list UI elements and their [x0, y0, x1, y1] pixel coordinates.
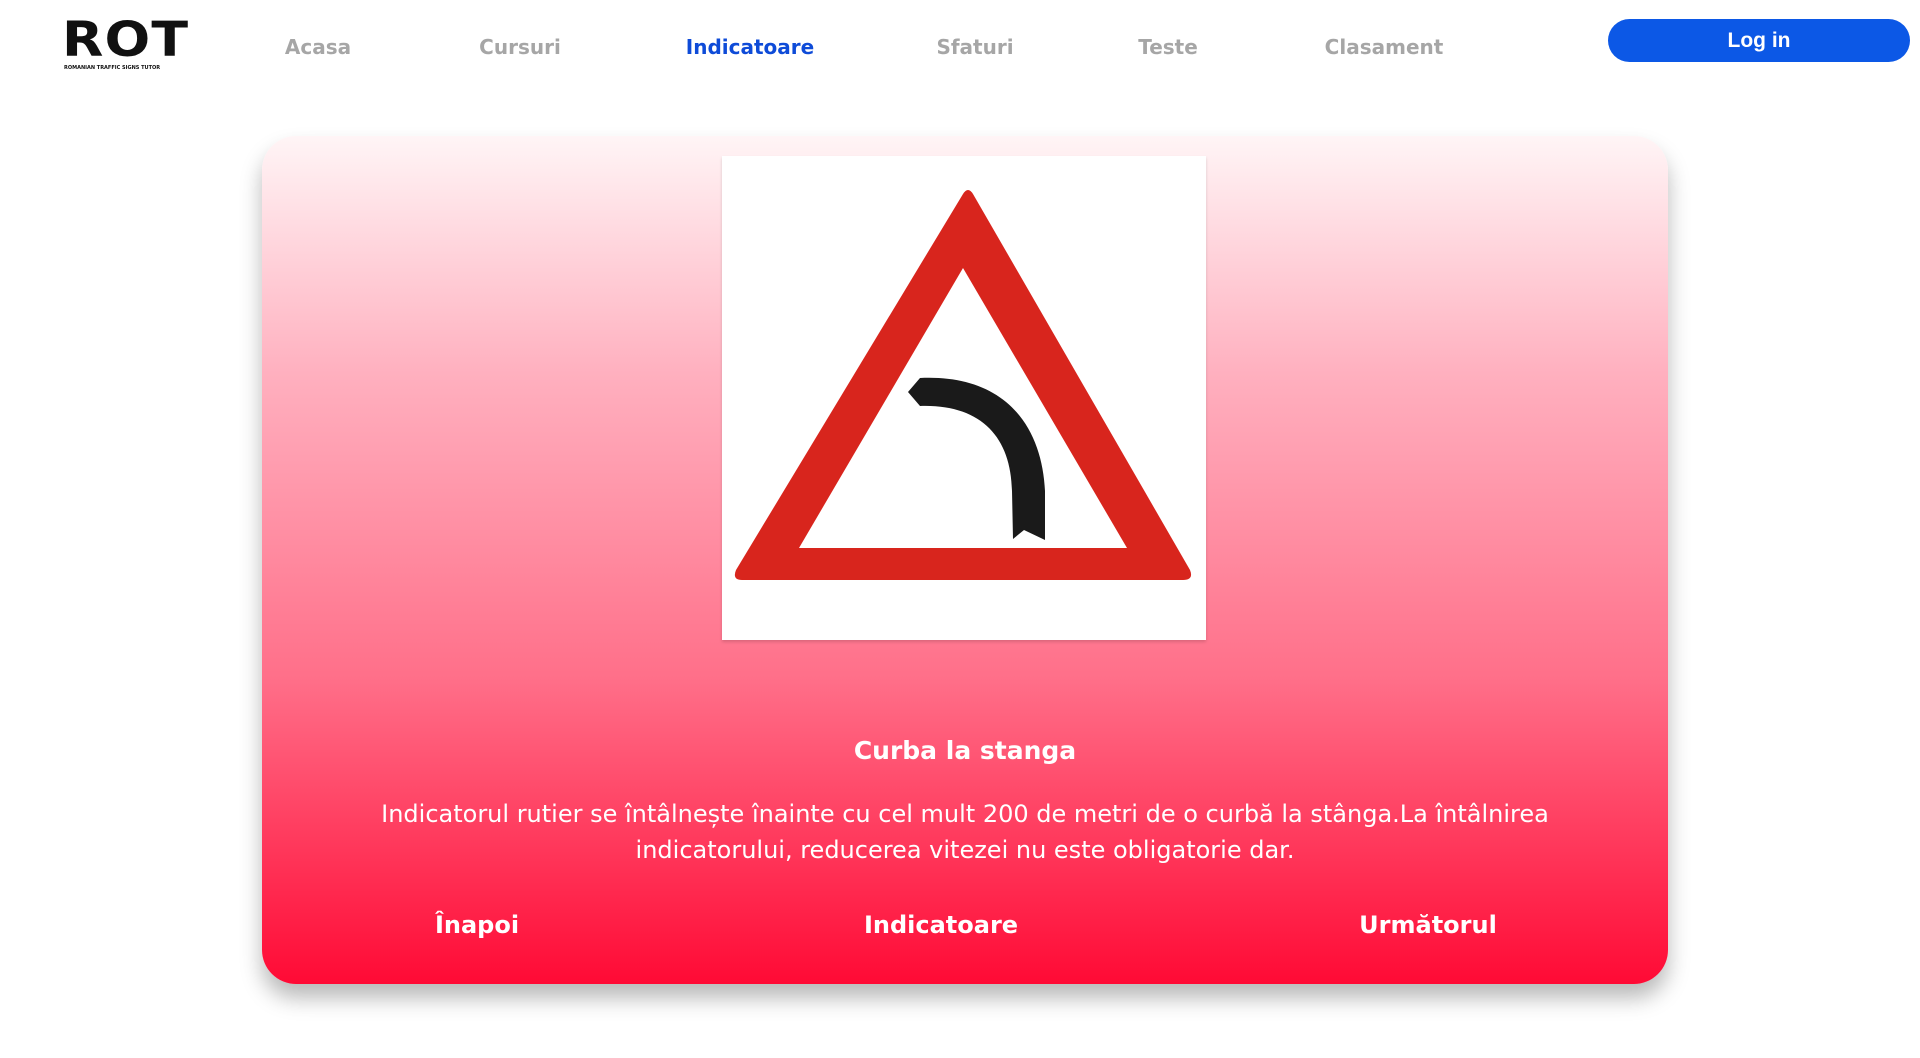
nav-item-clasament[interactable]: Clasament — [1325, 33, 1444, 61]
signs-list-link[interactable]: Indicatoare — [864, 909, 1018, 941]
logo-tagline: ROMANIAN TRAFFIC SIGNS TUTOR — [64, 65, 161, 71]
nav-item-cursuri[interactable]: Cursuri — [479, 33, 561, 61]
sign-title: Curba la stanga — [853, 736, 1077, 765]
logo-wordmark: ROT — [62, 12, 190, 68]
back-link[interactable]: Înapoi — [435, 909, 519, 941]
login-button[interactable]: Log in — [1608, 19, 1910, 62]
sign-detail-card: Curba la stanga Indicatorul rutier se în… — [262, 136, 1668, 984]
sign-image-frame — [722, 156, 1206, 640]
nav-item-teste[interactable]: Teste — [1138, 33, 1198, 61]
top-navigation-bar: ROT ROMANIAN TRAFFIC SIGNS TUTOR Acasa C… — [0, 0, 1920, 90]
rot-logo[interactable]: ROT ROMANIAN TRAFFIC SIGNS TUTOR — [62, 16, 202, 72]
left-curve-warning-sign-icon — [734, 190, 1192, 580]
sign-description: Indicatorul rutier se întâlnește înainte… — [381, 800, 1549, 864]
next-link[interactable]: Următorul — [1359, 909, 1497, 941]
nav-item-sfaturi[interactable]: Sfaturi — [936, 33, 1013, 61]
nav-item-acasa[interactable]: Acasa — [285, 33, 351, 61]
nav-item-indicatoare[interactable]: Indicatoare — [686, 33, 814, 61]
